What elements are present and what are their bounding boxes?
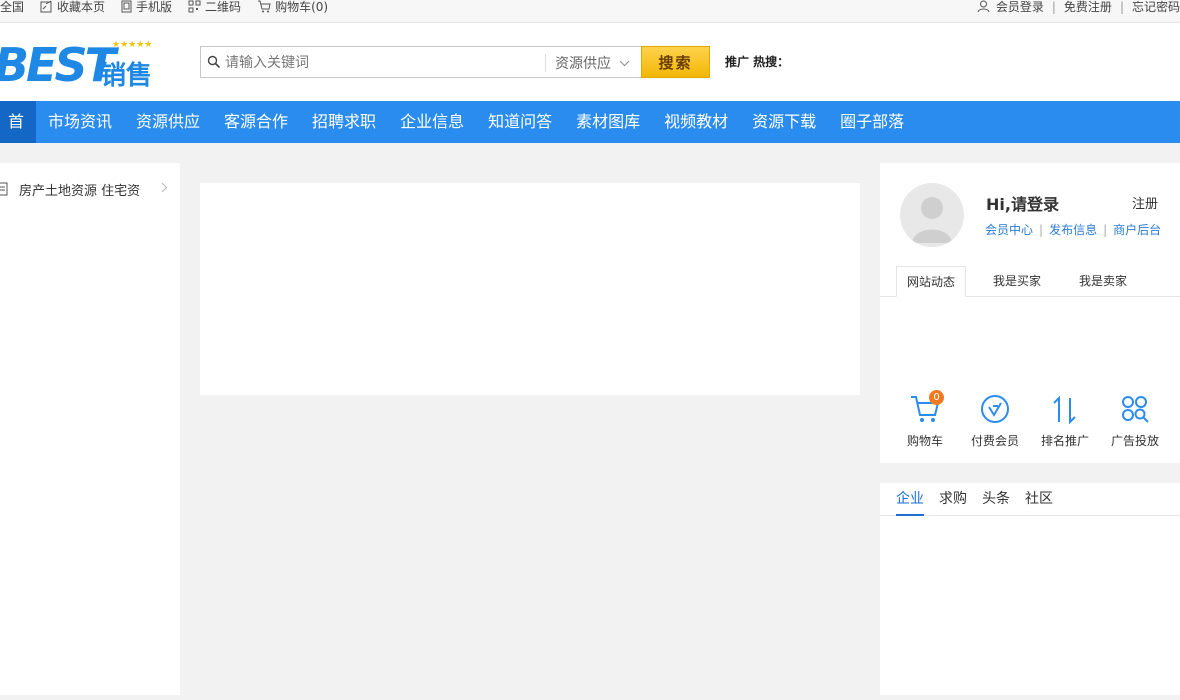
- nav-item-qa[interactable]: 知道问答: [476, 101, 564, 143]
- top-bar-left: 全国 收藏本页 手机版 二维码 购物车(0): [0, 0, 344, 15]
- tab-enterprise[interactable]: 企业: [896, 483, 924, 516]
- logo-text-cn: 销售: [100, 61, 153, 91]
- avatar[interactable]: [900, 183, 964, 247]
- nav-item-resource-download[interactable]: 资源下载: [740, 101, 828, 143]
- vip-icon: [981, 395, 1009, 423]
- rank-icon: [1053, 396, 1076, 424]
- tool-label: 广告投放: [1110, 434, 1159, 448]
- tab-seller[interactable]: 我是卖家: [1068, 266, 1138, 297]
- logo-stars: ★★★★★: [112, 40, 153, 50]
- qrcode-icon: [188, 0, 201, 13]
- bookmark-link[interactable]: 收藏本页: [40, 0, 105, 15]
- tool-ads[interactable]: 广告投放: [1100, 388, 1170, 449]
- cart-link[interactable]: 购物车(0): [257, 0, 328, 15]
- divider: [545, 54, 546, 72]
- logo-text-en: BEST: [0, 38, 116, 92]
- register-link[interactable]: 注册: [1132, 193, 1158, 212]
- nav-item-home[interactable]: 首页: [0, 101, 36, 143]
- category-sidebar: 房产土地资源 住宅资: [0, 163, 180, 695]
- login-link[interactable]: 会员登录: [996, 0, 1044, 15]
- tab-buyer[interactable]: 我是买家: [982, 266, 1052, 297]
- user-tabs: 网站动态 我是买家 我是卖家: [880, 266, 1180, 297]
- document-icon: [0, 182, 8, 196]
- tool-label: 排名推广: [1040, 434, 1089, 448]
- qrcode-link[interactable]: 二维码: [188, 0, 241, 15]
- post-info-link[interactable]: 发布信息: [1049, 221, 1097, 238]
- mobile-icon: [121, 0, 132, 13]
- top-bar: 全国 收藏本页 手机版 二维码 购物车(0) 会员登录 | 免费注册 | 忘记密…: [0, 0, 1180, 23]
- tool-label: 付费会员: [970, 434, 1019, 448]
- bookmark-icon: [40, 0, 52, 13]
- tab-headlines[interactable]: 头条: [982, 483, 1010, 516]
- tool-label: 购物车: [906, 434, 943, 448]
- hot-search-label: 推广 热搜：: [725, 55, 790, 69]
- forgot-password-link[interactable]: 忘记密码: [1132, 0, 1180, 15]
- nav-item-material-gallery[interactable]: 素材图库: [564, 101, 652, 143]
- user-panel: Hi,请登录 注册 会员中心 | 发布信息 | 商户后台 网站动态 我是买家 我…: [880, 163, 1180, 463]
- mobile-link[interactable]: 手机版: [121, 0, 172, 15]
- news-tabs: 企业 求购 头条 社区: [880, 483, 1180, 516]
- tab-purchase[interactable]: 求购: [939, 483, 967, 516]
- search-box: 资源供应: [200, 46, 642, 78]
- header: BEST ★★★★★ 销售 资源供应 搜索 推广 热搜：: [0, 23, 1180, 101]
- search-input[interactable]: [225, 52, 535, 74]
- main-nav: 首页市场资讯资源供应客源合作招聘求职企业信息知道问答素材图库视频教材资源下载圈子…: [0, 101, 1180, 143]
- user-icon: [977, 0, 990, 13]
- search-button[interactable]: 搜索: [641, 46, 710, 78]
- tab-community[interactable]: 社区: [1025, 483, 1053, 516]
- tab-site-news[interactable]: 网站动态: [896, 266, 966, 297]
- nav-item-video-tutorials[interactable]: 视频教材: [652, 101, 740, 143]
- sidebar-item-real-estate[interactable]: 房产土地资源 住宅资: [0, 179, 180, 199]
- cart-count-badge: 0: [929, 390, 944, 405]
- nav-item-customer-cooperation[interactable]: 客源合作: [212, 101, 300, 143]
- nav-item-recruitment[interactable]: 招聘求职: [300, 101, 388, 143]
- separator: |: [1039, 222, 1044, 237]
- member-center-link[interactable]: 会员中心: [985, 221, 1033, 238]
- nav-item-market-news[interactable]: 市场资讯: [36, 101, 124, 143]
- nav-item-circle-tribe[interactable]: 圈子部落: [828, 101, 916, 143]
- quick-tools: 0 购物车 付费会员 排名推广 广告投放: [880, 388, 1180, 448]
- nav-item-resource-supply[interactable]: 资源供应: [124, 101, 212, 143]
- separator: |: [1103, 222, 1108, 237]
- greeting-text: Hi,请登录: [986, 195, 1059, 214]
- site-logo[interactable]: BEST ★★★★★ 销售: [0, 37, 160, 93]
- search-category-select[interactable]: 资源供应: [555, 53, 630, 73]
- banner-area[interactable]: [200, 183, 860, 395]
- separator: |: [1051, 0, 1056, 14]
- top-bar-right: 会员登录 | 免费注册 | 忘记密码: [977, 0, 1180, 15]
- region-link[interactable]: 全国: [0, 0, 24, 15]
- tool-rank[interactable]: 排名推广: [1030, 388, 1100, 449]
- chevron-down-icon: [619, 60, 630, 66]
- chevron-right-icon: [161, 182, 168, 193]
- separator: |: [1119, 0, 1124, 14]
- news-panel: 企业 求购 头条 社区: [880, 483, 1180, 695]
- merchant-backend-link[interactable]: 商户后台: [1113, 221, 1161, 238]
- ad-icon: [1122, 396, 1149, 423]
- register-link[interactable]: 免费注册: [1064, 0, 1112, 15]
- default-avatar-icon: [912, 197, 952, 243]
- nav-item-enterprise-info[interactable]: 企业信息: [388, 101, 476, 143]
- search-icon: [207, 55, 221, 69]
- tool-cart[interactable]: 0 购物车: [890, 388, 960, 449]
- user-links: 会员中心 | 发布信息 | 商户后台: [985, 221, 1161, 238]
- tool-vip[interactable]: 付费会员: [960, 388, 1030, 449]
- cart-icon: [258, 0, 271, 13]
- sidebar-item-label: 房产土地资源 住宅资: [19, 183, 141, 199]
